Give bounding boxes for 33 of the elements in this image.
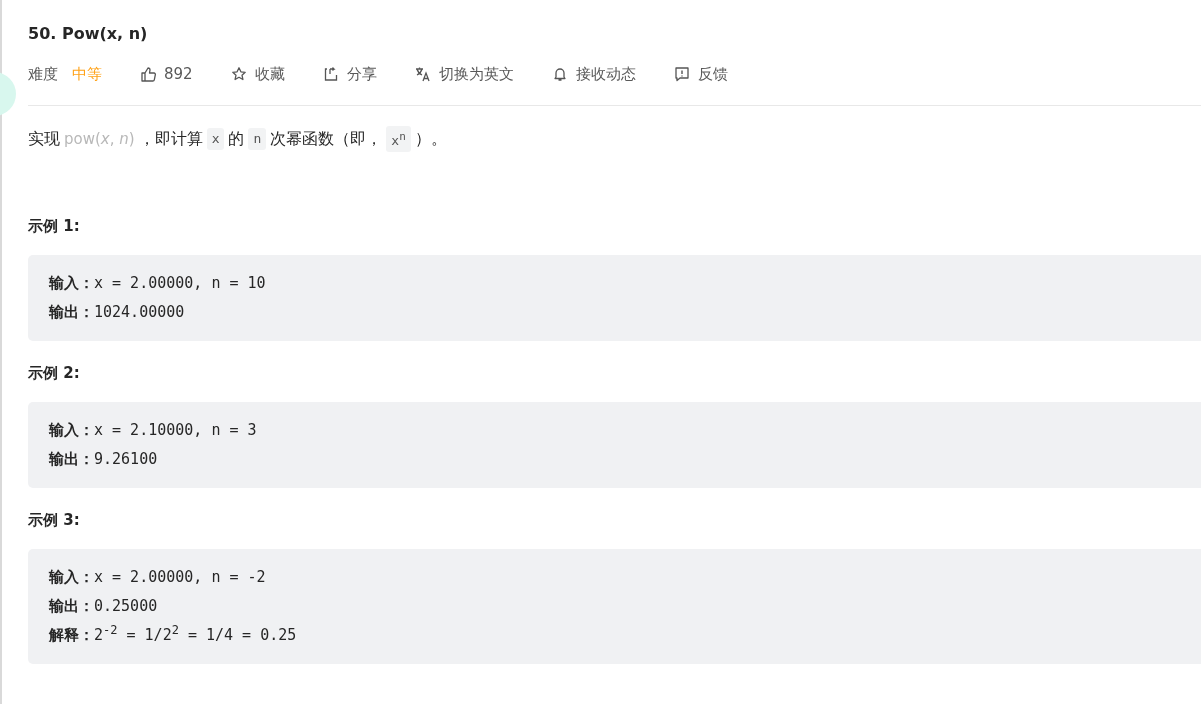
example-line: 输入：x = 2.00000, n = -2 xyxy=(49,567,267,589)
share-button[interactable]: 分享 xyxy=(322,64,377,84)
example-heading: 示例 2: xyxy=(28,363,81,384)
like-icon xyxy=(140,66,156,82)
example-line: 输出：0.25000 xyxy=(49,596,159,618)
inline-code: x$^{n}$ xyxy=(386,126,411,153)
feedback-button[interactable]: 反馈 xyxy=(673,64,728,84)
description-text: ）。 xyxy=(414,128,447,151)
translate-icon xyxy=(414,66,431,82)
description-text: ，即计算 xyxy=(138,128,203,151)
description-text: 次幂函数（即， xyxy=(270,128,383,151)
example-heading: 示例 1: xyxy=(28,216,81,237)
example-line: 解释：2$^{-2}$ = 1/2$^{2}$ = 1/4 = 0.25 xyxy=(49,622,298,647)
inline-code: x xyxy=(206,128,225,151)
star-icon xyxy=(230,66,247,82)
description-text: 的 xyxy=(228,128,245,151)
bell-button[interactable]: 接收动态 xyxy=(551,64,636,84)
example-heading: 示例 3: xyxy=(28,510,81,531)
difficulty-label: 难度 xyxy=(28,64,58,84)
difficulty-value: 中等 xyxy=(72,64,102,84)
feedback-icon xyxy=(673,66,690,82)
translate-button[interactable]: 切换为英文 xyxy=(414,64,514,84)
example-line: 输出：1024.00000 xyxy=(49,302,186,324)
share-icon xyxy=(322,66,339,82)
bell-icon xyxy=(551,66,568,82)
star-button[interactable]: 收藏 xyxy=(230,64,285,84)
description-text: 实现 xyxy=(28,128,60,151)
problem-title: 50. Pow(x, n) xyxy=(28,23,149,45)
example-line: 输入：x = 2.10000, n = 3 xyxy=(49,420,258,442)
like-button[interactable]: 892 xyxy=(140,65,193,83)
inline-code: n xyxy=(248,128,267,151)
example-line: 输出：9.26100 xyxy=(49,449,159,471)
example-line: 输入：x = 2.00000, n = 10 xyxy=(49,273,267,295)
